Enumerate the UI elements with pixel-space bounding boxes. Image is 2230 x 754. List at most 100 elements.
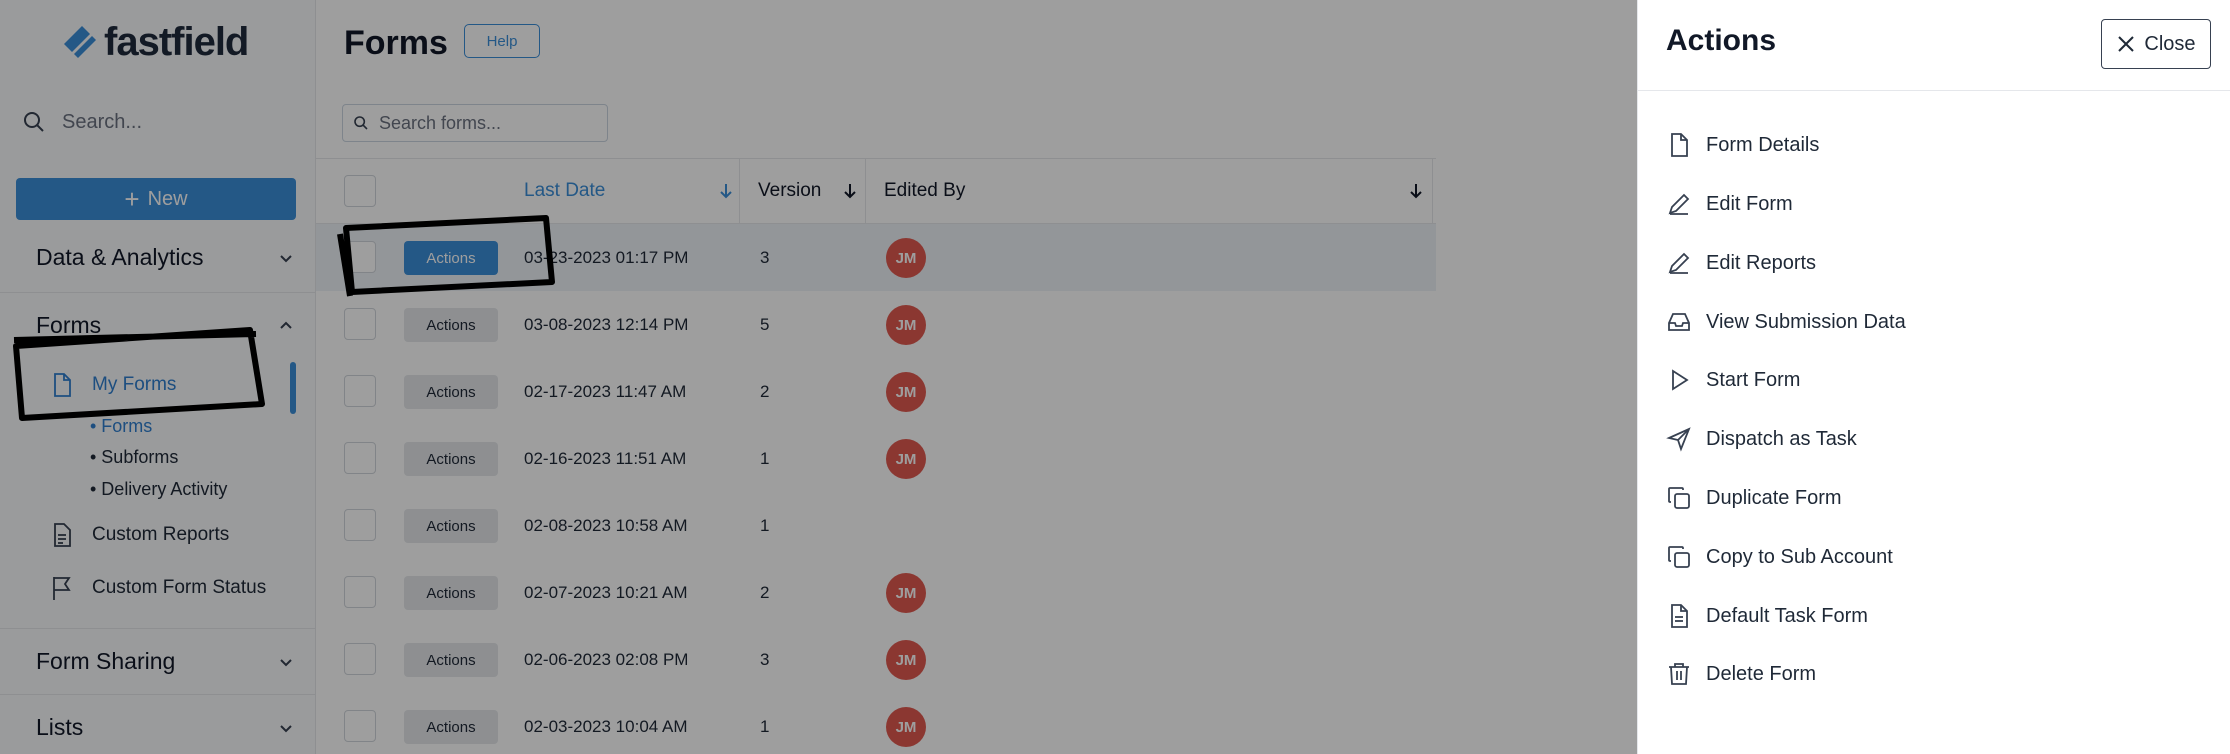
- flag-icon: [53, 577, 71, 600]
- section-forms[interactable]: Forms: [36, 312, 295, 339]
- search-icon: [354, 116, 368, 130]
- column-version-label: Version: [758, 180, 822, 201]
- actions-panel: Actions Close Form Details Edit Form Edi…: [1637, 0, 2230, 754]
- table-row[interactable]: Actions 02-16-2023 11:51 AM 1 JM: [316, 425, 1436, 492]
- menu-item-start-form-label: Start Form: [1706, 368, 1801, 391]
- column-last-date[interactable]: Last Date: [524, 159, 734, 223]
- search-icon: [24, 112, 44, 132]
- chevron-up-icon: [280, 321, 292, 329]
- row-checkbox[interactable]: [344, 710, 376, 742]
- avatar: JM: [886, 573, 926, 613]
- logo-text: fastfield: [104, 20, 249, 64]
- row-checkbox[interactable]: [344, 375, 376, 407]
- fastfield-logo-icon: [64, 25, 96, 58]
- active-indicator: [290, 362, 296, 414]
- logo[interactable]: fastfield: [60, 20, 249, 65]
- document-lines-icon: [1671, 604, 1688, 628]
- menu-item-copy-to-sub-account[interactable]: Copy to Sub Account: [1666, 537, 1893, 577]
- table-row[interactable]: Actions 03-08-2023 12:14 PM 5 JM: [316, 291, 1436, 358]
- trash-icon: [1669, 663, 1689, 685]
- table-row[interactable]: Actions 02-08-2023 10:58 AM 1: [316, 492, 1436, 559]
- column-separator: [865, 159, 866, 223]
- new-button[interactable]: + New: [16, 178, 296, 220]
- menu-item-form-details[interactable]: Form Details: [1666, 125, 1819, 165]
- column-version[interactable]: Version: [758, 159, 858, 223]
- sidebar-item-custom-reports-label: Custom Reports: [92, 524, 230, 545]
- row-version: 1: [760, 515, 770, 535]
- document-icon: [1671, 133, 1688, 157]
- menu-item-edit-reports[interactable]: Edit Reports: [1666, 243, 1816, 283]
- menu-item-dispatch-as-task-label: Dispatch as Task: [1706, 427, 1857, 450]
- row-last-date: 02-03-2023 10:04 AM: [524, 716, 688, 736]
- section-form-sharing[interactable]: Form Sharing: [36, 648, 295, 675]
- row-actions-button[interactable]: Actions: [404, 576, 498, 610]
- menu-item-delete-form-label: Delete Form: [1706, 662, 1817, 685]
- row-last-date: 02-08-2023 10:58 AM: [524, 515, 688, 535]
- table-row[interactable]: Actions 02-17-2023 11:47 AM 2 JM: [316, 358, 1436, 425]
- sidebar-item-custom-form-status[interactable]: Custom Form Status: [50, 575, 266, 601]
- row-version: 2: [760, 381, 770, 401]
- table-row[interactable]: Actions 02-07-2023 10:21 AM 2 JM: [316, 559, 1436, 626]
- chevron-down-icon: [280, 658, 292, 666]
- row-actions-button[interactable]: Actions: [404, 308, 498, 342]
- pencil-icon: [1668, 252, 1690, 274]
- row-checkbox[interactable]: [344, 576, 376, 608]
- sort-arrow-down-icon: [844, 184, 856, 199]
- table-row[interactable]: Actions 02-03-2023 10:04 AM 1 JM: [316, 693, 1436, 754]
- sidebar-subitem-delivery-activity[interactable]: • Delivery Activity: [90, 479, 227, 500]
- table-header: Last Date Version Edited By: [316, 158, 1436, 224]
- row-actions-button[interactable]: Actions: [404, 241, 498, 275]
- menu-item-dispatch-as-task[interactable]: Dispatch as Task: [1666, 419, 1857, 459]
- help-button[interactable]: Help: [464, 24, 540, 58]
- section-data-analytics-label: Data & Analytics: [36, 244, 204, 270]
- avatar: JM: [886, 305, 926, 345]
- row-actions-button[interactable]: Actions: [404, 509, 498, 543]
- row-checkbox[interactable]: [344, 308, 376, 340]
- section-forms-label: Forms: [36, 312, 102, 338]
- menu-item-view-submission-data[interactable]: View Submission Data: [1666, 302, 1906, 342]
- menu-item-view-submission-data-label: View Submission Data: [1706, 310, 1906, 333]
- forms-search-input[interactable]: [379, 112, 599, 134]
- row-last-date: 02-16-2023 11:51 AM: [524, 448, 687, 468]
- menu-item-duplicate-form[interactable]: Duplicate Form: [1666, 478, 1842, 518]
- table-row[interactable]: Actions 02-06-2023 02:08 PM 3 JM: [316, 626, 1436, 693]
- section-data-analytics[interactable]: Data & Analytics: [36, 244, 295, 271]
- plus-icon: +: [124, 184, 140, 214]
- row-checkbox[interactable]: [344, 442, 376, 474]
- send-icon: [1666, 427, 1691, 452]
- forms-search: [342, 104, 608, 142]
- row-last-date: 02-17-2023 11:47 AM: [524, 381, 687, 401]
- menu-item-delete-form[interactable]: Delete Form: [1666, 654, 1816, 694]
- close-icon: [2118, 36, 2135, 52]
- play-icon: [1672, 369, 1689, 391]
- menu-item-edit-form-label: Edit Form: [1706, 192, 1793, 215]
- sidebar-subitem-forms[interactable]: • Forms: [90, 416, 152, 437]
- sidebar-subitem-subforms[interactable]: • Subforms: [90, 447, 178, 468]
- close-button[interactable]: Close: [2101, 19, 2211, 69]
- menu-item-default-task-form[interactable]: Default Task Form: [1666, 596, 1868, 636]
- row-actions-button[interactable]: Actions: [404, 375, 498, 409]
- row-actions-button[interactable]: Actions: [404, 442, 498, 476]
- divider: [0, 628, 316, 629]
- row-checkbox[interactable]: [344, 241, 376, 273]
- row-version: 3: [760, 247, 770, 267]
- row-actions-button[interactable]: Actions: [404, 710, 498, 744]
- sidebar-item-my-forms-label: My Forms: [92, 374, 177, 395]
- sidebar-item-custom-reports[interactable]: Custom Reports: [50, 522, 229, 548]
- sidebar-search-input[interactable]: [62, 110, 302, 134]
- menu-item-edit-form[interactable]: Edit Form: [1666, 184, 1793, 224]
- sort-arrow-down-icon: [1410, 184, 1422, 199]
- sidebar-item-my-forms[interactable]: My Forms: [50, 372, 176, 398]
- sidebar-item-custom-form-status-label: Custom Form Status: [92, 577, 267, 598]
- row-last-date: 02-07-2023 10:21 AM: [524, 582, 688, 602]
- row-checkbox[interactable]: [344, 509, 376, 541]
- section-lists[interactable]: Lists: [36, 714, 295, 741]
- table-row[interactable]: Actions 03-23-2023 01:17 PM 3 JM: [316, 224, 1436, 291]
- column-edited-by[interactable]: Edited By: [884, 159, 1424, 223]
- row-checkbox[interactable]: [344, 643, 376, 675]
- divider: [1638, 90, 2230, 91]
- row-actions-button[interactable]: Actions: [404, 643, 498, 677]
- menu-item-start-form[interactable]: Start Form: [1666, 360, 1800, 400]
- row-last-date: 02-06-2023 02:08 PM: [524, 649, 689, 669]
- select-all-checkbox[interactable]: [344, 175, 376, 207]
